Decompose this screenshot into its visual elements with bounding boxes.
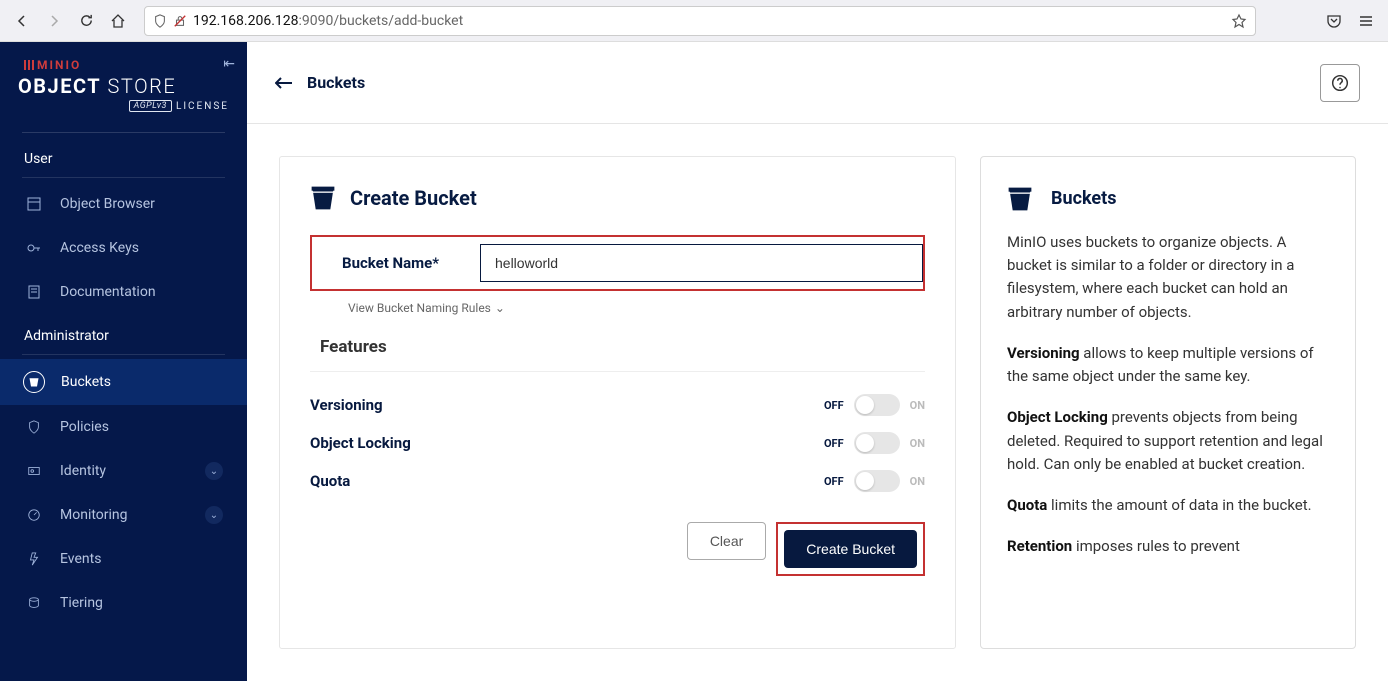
feature-quota: Quota OFF ON (310, 462, 925, 500)
quota-toggle[interactable] (854, 470, 900, 492)
doc-icon (24, 282, 44, 302)
browser-chrome: 192.168.206.128:9090/buckets/add-bucket (0, 0, 1388, 42)
off-label: OFF (824, 437, 844, 450)
info-retention: Retention imposes rules to prevent (1007, 535, 1329, 558)
browser-back-button[interactable] (8, 7, 36, 35)
chevron-down-icon: ⌄ (495, 301, 505, 315)
events-icon (24, 549, 44, 569)
feature-versioning: Versioning OFF ON (310, 386, 925, 424)
collapse-sidebar-icon[interactable]: ⇤ (223, 56, 235, 72)
sidebar-item-documentation[interactable]: Documentation (0, 270, 247, 314)
sidebar: MINIO OBJECT STORE AGPLv3 LICENSE ⇤ User… (0, 42, 247, 681)
divider (22, 177, 225, 178)
create-button-highlight: Create Bucket (776, 522, 925, 576)
main: Buckets Create Bucket Bucket Name* View … (247, 42, 1388, 681)
sidebar-item-label: Object Browser (60, 196, 155, 212)
logo-license: AGPLv3 LICENSE (18, 100, 229, 112)
sidebar-item-access-keys[interactable]: Access Keys (0, 226, 247, 270)
divider (22, 132, 225, 133)
feature-label: Object Locking (310, 434, 411, 452)
hamburger-menu-icon[interactable] (1352, 7, 1380, 35)
features-heading: Features (320, 337, 925, 357)
info-panel: Buckets MinIO uses buckets to organize o… (980, 156, 1356, 649)
sidebar-item-label: Events (60, 551, 101, 567)
sidebar-section-admin: Administrator (0, 314, 247, 354)
sidebar-item-events[interactable]: Events (0, 537, 247, 581)
bucket-icon (1007, 186, 1033, 212)
browser-home-button[interactable] (104, 7, 132, 35)
create-bucket-form: Create Bucket Bucket Name* View Bucket N… (279, 156, 956, 649)
feature-label: Quota (310, 472, 350, 490)
divider (22, 354, 225, 355)
create-bucket-button[interactable]: Create Bucket (784, 530, 917, 568)
sidebar-item-label: Identity (60, 463, 106, 479)
chevron-down-icon: ⌄ (205, 462, 223, 480)
info-object-locking: Object Locking prevents objects from bei… (1007, 406, 1329, 476)
browser-reload-button[interactable] (72, 7, 100, 35)
sidebar-section-user: User (0, 137, 247, 177)
url-text: 192.168.206.128:9090/buckets/add-bucket (193, 13, 1225, 29)
url-bar[interactable]: 192.168.206.128:9090/buckets/add-bucket (144, 6, 1256, 36)
info-title: Buckets (1051, 185, 1116, 213)
view-naming-rules-link[interactable]: View Bucket Naming Rules ⌄ (310, 295, 925, 315)
object-locking-toggle[interactable] (854, 432, 900, 454)
versioning-toggle[interactable] (854, 394, 900, 416)
sidebar-item-label: Buckets (61, 374, 111, 390)
pocket-icon[interactable] (1320, 7, 1348, 35)
on-label: ON (910, 399, 925, 412)
back-arrow-icon[interactable] (275, 76, 293, 90)
breadcrumb[interactable]: Buckets (275, 73, 365, 92)
tiering-icon (24, 593, 44, 613)
sidebar-item-tiering[interactable]: Tiering (0, 581, 247, 625)
feature-object-locking: Object Locking OFF ON (310, 424, 925, 462)
sidebar-item-label: Policies (60, 419, 109, 435)
form-title: Create Bucket (350, 186, 477, 210)
info-versioning: Versioning allows to keep multiple versi… (1007, 342, 1329, 389)
sidebar-item-label: Monitoring (60, 507, 128, 523)
divider (310, 371, 925, 372)
chevron-down-icon: ⌄ (205, 506, 223, 524)
sidebar-item-label: Documentation (60, 284, 156, 300)
clear-button[interactable]: Clear (687, 522, 766, 560)
sidebar-item-identity[interactable]: Identity ⌄ (0, 449, 247, 493)
sidebar-item-buckets[interactable]: Buckets (0, 359, 247, 405)
lock-insecure-icon (173, 14, 187, 28)
logo-object-store: OBJECT STORE (18, 74, 229, 98)
sidebar-item-label: Tiering (60, 595, 103, 611)
off-label: OFF (824, 475, 844, 488)
browser-icon (24, 194, 44, 214)
sidebar-item-policies[interactable]: Policies (0, 405, 247, 449)
on-label: ON (910, 475, 925, 488)
key-icon (24, 238, 44, 258)
shield-icon (153, 14, 167, 28)
feature-label: Versioning (310, 396, 383, 414)
info-intro: MinIO uses buckets to organize objects. … (1007, 231, 1329, 324)
bucket-name-row-highlight: Bucket Name* (310, 235, 925, 291)
logo: MINIO OBJECT STORE AGPLv3 LICENSE ⇤ (0, 42, 247, 118)
logo-minio: MINIO (24, 58, 229, 72)
policy-icon (24, 417, 44, 437)
browser-forward-button (40, 7, 68, 35)
bucket-name-label: Bucket Name* (312, 254, 480, 272)
sidebar-item-object-browser[interactable]: Object Browser (0, 182, 247, 226)
help-button[interactable] (1320, 64, 1360, 102)
page-header: Buckets (247, 42, 1388, 124)
identity-icon (24, 461, 44, 481)
info-quota: Quota limits the amount of data in the b… (1007, 494, 1329, 517)
on-label: ON (910, 437, 925, 450)
monitor-icon (24, 505, 44, 525)
sidebar-item-monitoring[interactable]: Monitoring ⌄ (0, 493, 247, 537)
bucket-icon (23, 371, 45, 393)
bookmark-star-icon[interactable] (1231, 13, 1247, 29)
off-label: OFF (824, 399, 844, 412)
breadcrumb-label: Buckets (307, 73, 365, 92)
sidebar-item-label: Access Keys (60, 240, 139, 256)
bucket-name-input[interactable] (480, 244, 923, 282)
bucket-icon (310, 185, 336, 211)
